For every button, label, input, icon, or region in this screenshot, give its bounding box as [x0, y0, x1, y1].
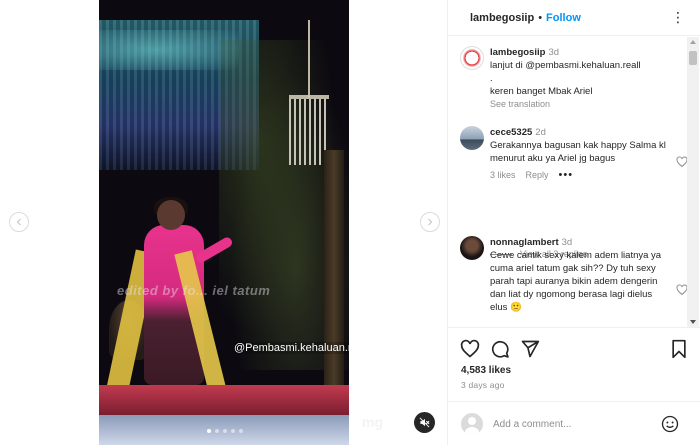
comment-line: . [490, 73, 493, 84]
stage-light [99, 30, 239, 70]
comment-username[interactable]: cece5325 [490, 127, 532, 138]
save-bookmark-icon[interactable] [669, 339, 689, 359]
post-header: lambegosiip • Follow ⋮ [448, 0, 700, 36]
carousel-indicator [207, 429, 243, 433]
post-actions: 4,583 likes 3 days ago [448, 327, 700, 445]
share-paper-plane-icon[interactable] [520, 339, 540, 359]
comment-time: 2d [535, 127, 546, 138]
like-heart-icon[interactable] [460, 339, 480, 359]
follow-button[interactable]: Follow [546, 12, 581, 24]
comment-bubble-icon[interactable] [490, 339, 510, 359]
avatar[interactable] [460, 236, 484, 260]
mute-button[interactable] [414, 412, 435, 433]
see-translation-link[interactable]: See translation [490, 99, 550, 109]
carousel-dot [231, 429, 235, 433]
current-user-avatar [461, 413, 483, 435]
stage-tree [324, 150, 344, 400]
comment-time: 3d [548, 47, 560, 58]
comments-list[interactable]: lambegosiip 3d lanjut di @pembasmi.kehalu… [448, 37, 688, 327]
comment-username[interactable]: lambegosiip [490, 47, 545, 58]
post-side-panel: lambegosiip • Follow ⋮ lambegosiip 3d lan… [447, 0, 700, 445]
faint-background-text: mg [362, 414, 383, 430]
instagram-post-dialog: edited by fo... iel tatum @Pembasmi.keha… [0, 0, 700, 445]
next-post-button[interactable] [420, 212, 440, 232]
comment-likes[interactable]: 3 likes [490, 169, 516, 182]
author-username[interactable]: lambegosiip [470, 12, 534, 24]
post-timestamp: 3 days ago [461, 380, 505, 390]
comment-body: nonnaglambert 3d Cewe cantik sexy kalem a… [490, 236, 668, 314]
chevron-right-icon [428, 218, 433, 226]
avatar[interactable] [460, 126, 484, 150]
scroll-up-arrow-icon[interactable] [690, 40, 696, 44]
comment-line: keren banget Mbak Ariel [490, 86, 593, 97]
comment-meta: 3 likes Reply ••• [490, 169, 668, 182]
comment-text: Cewe cantik sexy kalem adem liatnya ya c… [490, 250, 662, 313]
comment-line: lanjut di @pembasmi.kehaluan.reall [490, 60, 641, 71]
comments-scrollbar[interactable] [687, 37, 699, 327]
video-handle-tag: @Pembasmi.kehaluan.reall [234, 342, 349, 354]
video-watermark: edited by fo... iel tatum [117, 283, 271, 298]
more-options-icon[interactable]: ⋮ [671, 10, 685, 24]
speaker-muted-icon [419, 417, 430, 428]
post-media-video[interactable]: edited by fo... iel tatum @Pembasmi.keha… [99, 0, 349, 445]
carousel-dot [215, 429, 219, 433]
comment-username[interactable]: nonnaglambert [490, 237, 559, 248]
like-count[interactable]: 4,583 likes [461, 365, 511, 376]
chevron-left-icon [16, 218, 21, 226]
comment-text: Gerakannya bagusan kak happy Salma kl me… [490, 140, 666, 164]
stage-platform [99, 385, 349, 415]
carousel-dot [223, 429, 227, 433]
lamp-rope [308, 20, 310, 98]
hanging-ornament [289, 95, 329, 165]
comment-body: cece5325 2d Gerakannya bagusan kak happy … [490, 126, 668, 182]
comment-time: 3d [561, 237, 573, 248]
carousel-dot [207, 429, 211, 433]
add-comment-bar [448, 401, 700, 446]
carousel-dot [239, 429, 243, 433]
header-separator: • [538, 11, 543, 24]
previous-post-button[interactable] [9, 212, 29, 232]
dancer-head [157, 200, 185, 230]
add-comment-input[interactable] [493, 415, 653, 433]
comment-body: lambegosiip 3d lanjut di @pembasmi.kehalu… [490, 46, 668, 111]
comment-more-icon[interactable]: ••• [559, 169, 574, 182]
emoji-smiley-icon[interactable] [661, 415, 679, 433]
reply-button[interactable]: Reply [526, 169, 549, 182]
scroll-thumb[interactable] [689, 51, 697, 65]
scroll-down-arrow-icon[interactable] [690, 320, 696, 324]
avatar[interactable] [460, 46, 484, 70]
